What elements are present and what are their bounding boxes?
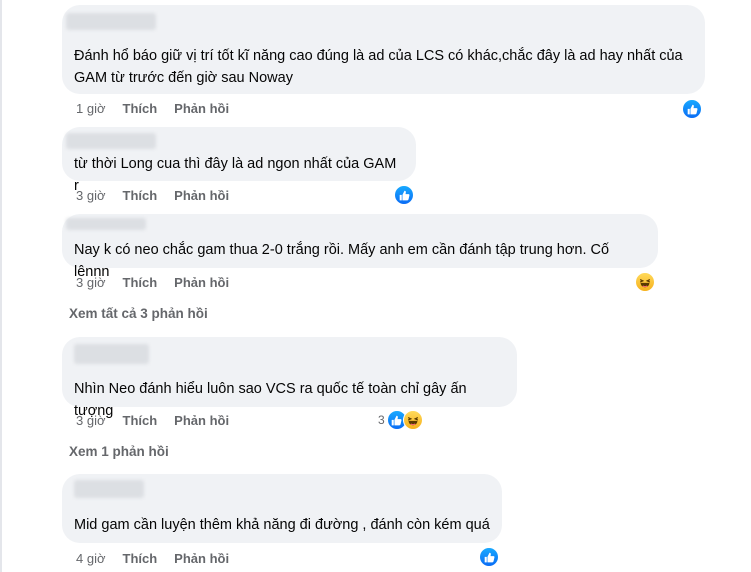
commenter-name-blurred[interactable] — [66, 13, 156, 30]
reaction-summary[interactable]: 3 — [378, 410, 423, 430]
reply-button[interactable]: Phản hồi — [174, 551, 229, 566]
like-icon — [394, 185, 414, 205]
reaction-summary[interactable] — [635, 272, 655, 292]
reaction-summary[interactable] — [479, 547, 499, 567]
comment-meta: 3 giờ Thích Phản hồi — [76, 275, 246, 290]
comment-meta: 1 giờ Thích Phản hồi — [76, 101, 246, 116]
haha-icon — [635, 272, 655, 292]
comment-text: Đánh hổ báo giữ vị trí tốt kĩ năng cao đ… — [74, 48, 683, 86]
comment-bubble: Mid gam cần luyện thêm khả năng đi đường… — [62, 474, 502, 543]
reply-button[interactable]: Phản hồi — [174, 413, 229, 428]
like-button[interactable]: Thích — [123, 101, 158, 116]
comment-meta: 3 giờ Thích Phản hồi — [76, 413, 246, 428]
comment-time[interactable]: 4 giờ — [76, 551, 106, 566]
comment-time[interactable]: 3 giờ — [76, 413, 106, 428]
comment-time[interactable]: 3 giờ — [76, 275, 106, 290]
reply-button[interactable]: Phản hồi — [174, 101, 229, 116]
comment-bubble: Nhìn Neo đánh hiểu luôn sao VCS ra quốc … — [62, 337, 517, 419]
reaction-summary[interactable] — [682, 99, 702, 119]
like-button[interactable]: Thích — [123, 275, 158, 290]
commenter-name-blurred[interactable] — [74, 344, 149, 364]
comment-bubble: từ thời Long cua thì đây là ad ngon nhất… — [62, 127, 416, 194]
reaction-summary[interactable] — [394, 185, 414, 205]
like-icon — [479, 547, 499, 567]
reaction-count: 3 — [378, 413, 385, 427]
reply-button[interactable]: Phản hồi — [174, 188, 229, 203]
commenter-name-blurred[interactable] — [66, 218, 146, 230]
commenter-name-blurred[interactable] — [74, 480, 144, 498]
like-button[interactable]: Thích — [123, 413, 158, 428]
like-button[interactable]: Thích — [123, 188, 158, 203]
comment-bubble: Nay k có neo chắc gam thua 2-0 trắng rồi… — [62, 214, 658, 280]
view-replies-link[interactable]: Xem tất cả 3 phản hồi — [69, 306, 208, 321]
left-border — [0, 0, 2, 572]
comment-meta: 4 giờ Thích Phản hồi — [76, 551, 246, 566]
comment-time[interactable]: 1 giờ — [76, 101, 106, 116]
reply-button[interactable]: Phản hồi — [174, 275, 229, 290]
comment-meta: 3 giờ Thích Phản hồi — [76, 188, 246, 203]
comment-time[interactable]: 3 giờ — [76, 188, 106, 203]
like-button[interactable]: Thích — [123, 551, 158, 566]
comment-text: Mid gam cần luyện thêm khả năng đi đường… — [74, 517, 490, 533]
haha-icon — [402, 410, 423, 430]
commenter-name-blurred[interactable] — [66, 133, 156, 149]
like-icon — [682, 99, 702, 119]
comment-bubble: Đánh hổ báo giữ vị trí tốt kĩ năng cao đ… — [62, 5, 705, 94]
view-replies-link[interactable]: Xem 1 phản hồi — [69, 444, 169, 459]
